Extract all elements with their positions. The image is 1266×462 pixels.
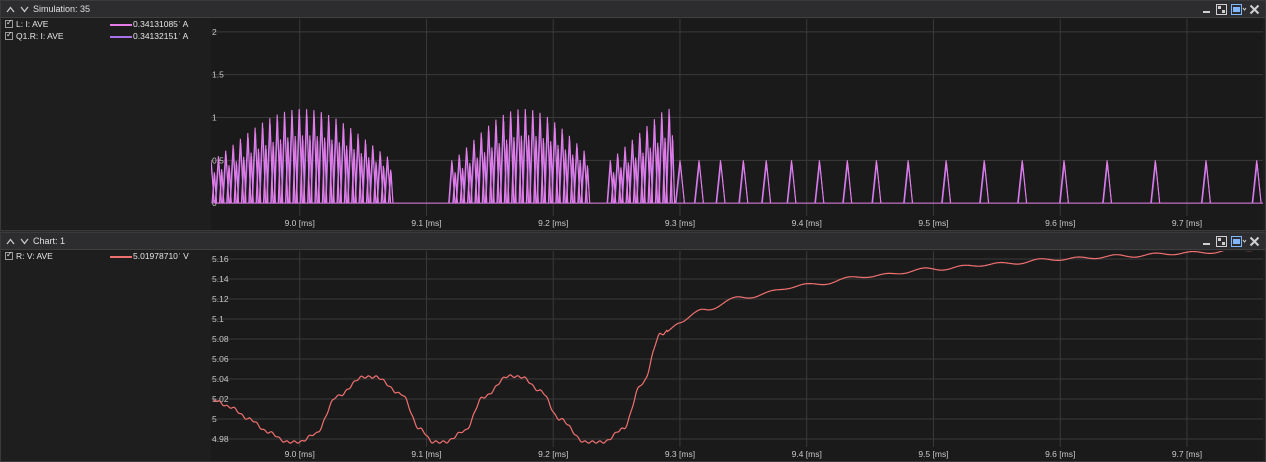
x-tick-label: 9.3 [ms] xyxy=(665,218,695,228)
legend-value: 0.34131085ˈ A xyxy=(133,19,189,29)
x-tick-label: 9.2 [ms] xyxy=(538,449,568,459)
legend-checkbox[interactable]: ✓ xyxy=(5,30,13,40)
x-tick-label: 9.1 [ms] xyxy=(411,449,441,459)
panel-titlebar: Chart: 1 xyxy=(1,233,1265,250)
x-tick-label: 9.0 [ms] xyxy=(285,218,315,228)
x-tick-label: 9.3 [ms] xyxy=(665,449,695,459)
x-tick-label: 9.7 [ms] xyxy=(1172,449,1202,459)
series-r-voltage xyxy=(213,251,1254,444)
series-l-current xyxy=(211,108,1262,204)
simulation-panel: Simulation: 35 ✓ L: I: AVE 0.34131085ˈ A… xyxy=(0,0,1266,231)
y-tick-label: 5.06 xyxy=(212,354,229,364)
panel-title: Simulation: 35 xyxy=(33,4,91,14)
voltage-plot[interactable]: 9.0 [ms] 9.1 [ms] 9.2 [ms] 9.3 [ms] 9.4 [ms]… xyxy=(211,251,1263,461)
legend: ✓ R: V: AVE 5.01978710ˈ V xyxy=(1,250,211,461)
y-tick-label: 5.16 xyxy=(212,254,229,264)
panel-titlebar: Simulation: 35 xyxy=(1,1,1265,18)
y-tick-label: 2 xyxy=(212,27,217,37)
tile-icon[interactable] xyxy=(1231,4,1247,15)
collapse-down-icon[interactable] xyxy=(19,4,30,15)
legend-swatch xyxy=(110,24,132,26)
minimize-icon[interactable] xyxy=(1201,4,1212,15)
y-tick-label: 4.98 xyxy=(212,434,229,444)
legend-name: R: V: AVE xyxy=(16,251,53,261)
y-tick-label: 1.5 xyxy=(212,70,224,80)
maximize-icon[interactable] xyxy=(1216,236,1227,247)
x-tick-label: 9.6 [ms] xyxy=(1045,449,1075,459)
legend-name: Q1.R: I: AVE xyxy=(16,31,64,41)
collapse-up-icon[interactable] xyxy=(5,236,16,247)
x-tick-label: 9.1 [ms] xyxy=(411,218,441,228)
x-tick-label: 9.2 [ms] xyxy=(538,218,568,228)
legend-item[interactable]: ✓ Q1.R: I: AVE 0.34132151ˈ A xyxy=(5,30,205,43)
x-tick-label: 9.7 [ms] xyxy=(1172,218,1202,228)
collapse-down-icon[interactable] xyxy=(19,236,30,247)
x-tick-label: 9.4 [ms] xyxy=(792,218,822,228)
y-tick-label: 5.12 xyxy=(212,294,229,304)
legend-swatch xyxy=(110,36,132,38)
y-tick-label: 1 xyxy=(212,113,217,123)
legend-value: 0.34132151ˈ A xyxy=(133,31,189,41)
x-tick-label: 9.0 [ms] xyxy=(285,449,315,459)
y-tick-label: 5.04 xyxy=(212,374,229,384)
x-tick-label: 9.5 [ms] xyxy=(918,449,948,459)
legend: ✓ L: I: AVE 0.34131085ˈ A ✓ Q1.R: I: AVE… xyxy=(1,18,211,230)
minimize-icon[interactable] xyxy=(1201,236,1212,247)
legend-item[interactable]: ✓ R: V: AVE 5.01978710ˈ V xyxy=(5,250,205,263)
panel-title: Chart: 1 xyxy=(33,236,66,246)
tile-icon[interactable] xyxy=(1231,236,1247,247)
legend-checkbox[interactable]: ✓ xyxy=(5,18,13,28)
y-tick-label: 5 xyxy=(212,414,217,424)
legend-checkbox[interactable]: ✓ xyxy=(5,250,13,260)
close-icon[interactable] xyxy=(1249,4,1260,15)
legend-swatch xyxy=(110,256,132,258)
legend-name: L: I: AVE xyxy=(16,19,49,29)
chart-panel: Chart: 1 ✓ R: V: AVE 5.01978710ˈ V 9.0 [… xyxy=(0,232,1266,462)
current-plot[interactable]: 9.0 [ms] 9.1 [ms] 9.2 [ms] 9.3 [ms] 9.4 [ms]… xyxy=(211,19,1263,230)
collapse-up-icon[interactable] xyxy=(5,4,16,15)
x-tick-label: 9.6 [ms] xyxy=(1045,218,1075,228)
legend-item[interactable]: ✓ L: I: AVE 0.34131085ˈ A xyxy=(5,18,205,31)
maximize-icon[interactable] xyxy=(1216,4,1227,15)
x-tick-label: 9.4 [ms] xyxy=(792,449,822,459)
y-tick-label: 5.08 xyxy=(212,334,229,344)
x-tick-label: 9.5 [ms] xyxy=(918,218,948,228)
legend-value: 5.01978710ˈ V xyxy=(133,251,189,261)
y-tick-label: 5.1 xyxy=(212,314,224,324)
close-icon[interactable] xyxy=(1249,236,1260,247)
y-tick-label: 5.14 xyxy=(212,274,229,284)
